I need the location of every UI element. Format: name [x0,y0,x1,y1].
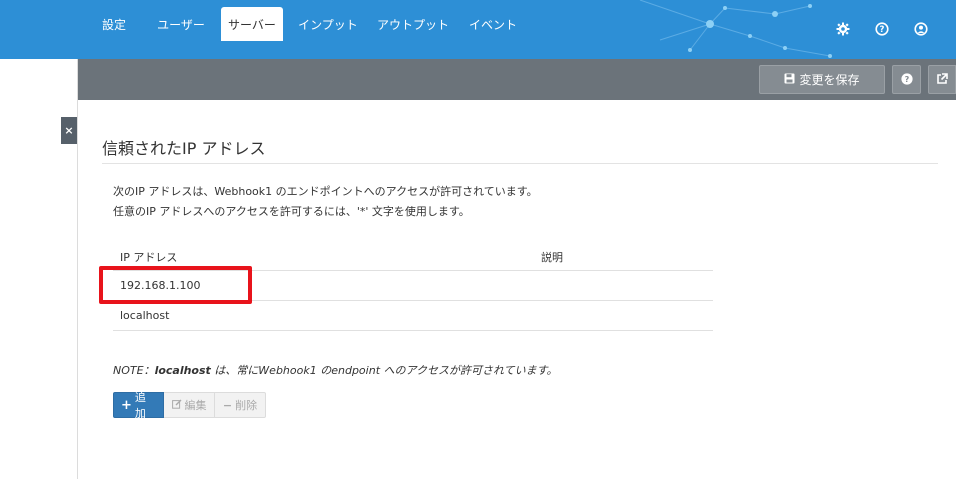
close-panel-button[interactable]: × [61,117,77,144]
table-row-ip[interactable]: localhost [120,309,169,322]
question-icon: ? [900,70,913,89]
edit-button[interactable]: 編集 [164,392,215,418]
help-button[interactable]: ? [892,65,921,94]
add-button-label: 追加 [134,391,146,420]
tab-input[interactable]: インプット [293,7,363,41]
save-button-label: 変更を保存 [799,73,860,87]
tab-output[interactable]: アウトプット [373,7,453,41]
note-text: NOTE：localhost は、常にWebhook1 のendpoint への… [113,362,558,378]
add-button[interactable]: + 追加 [113,391,164,420]
description-line-2: 任意のIP アドレスへのアクセスを許可するには、'*' 文字を使用します。 [113,205,470,218]
note-rest: は、常にWebhook1 のendpoint へのアクセスが許可されています。 [210,364,558,377]
delete-button[interactable]: − 削除 [215,392,266,418]
network-decoration [639,0,832,58]
delete-button-label: 削除 [235,399,258,412]
tab-users[interactable]: ユーザー [150,7,212,41]
user-circle-icon[interactable] [912,20,930,38]
highlight-box [99,266,252,304]
table-row-divider [113,330,713,331]
section-title: 信頼されたIP アドレス [102,139,266,158]
external-link-button[interactable] [928,65,956,94]
tab-settings[interactable]: 設定 [91,7,137,41]
plus-icon: + [121,397,132,413]
svg-text:?: ? [904,75,909,84]
title-divider [102,163,938,164]
column-header-ip: IP アドレス [120,251,178,264]
note-bold: localhost [154,364,211,377]
note-prefix: NOTE： [113,364,155,377]
gear-icon[interactable] [834,20,852,38]
tab-server[interactable]: サーバー [221,7,283,41]
column-header-description: 説明 [541,251,563,264]
description-line-1: 次のIP アドレスは、Webhook1 のエンドポイントへのアクセスが許可されて… [113,185,538,198]
svg-text:?: ? [880,25,885,35]
external-link-icon [936,70,948,89]
tab-event[interactable]: イベント [462,7,524,41]
floppy-disk-icon [784,73,795,87]
help-circle-icon[interactable]: ? [873,20,891,38]
save-button[interactable]: 変更を保存 [759,65,885,94]
minus-icon: − [222,398,233,412]
edit-button-label: 編集 [184,399,207,412]
action-button-group: + 追加 編集 − 削除 [113,391,266,420]
edit-icon [171,399,182,412]
